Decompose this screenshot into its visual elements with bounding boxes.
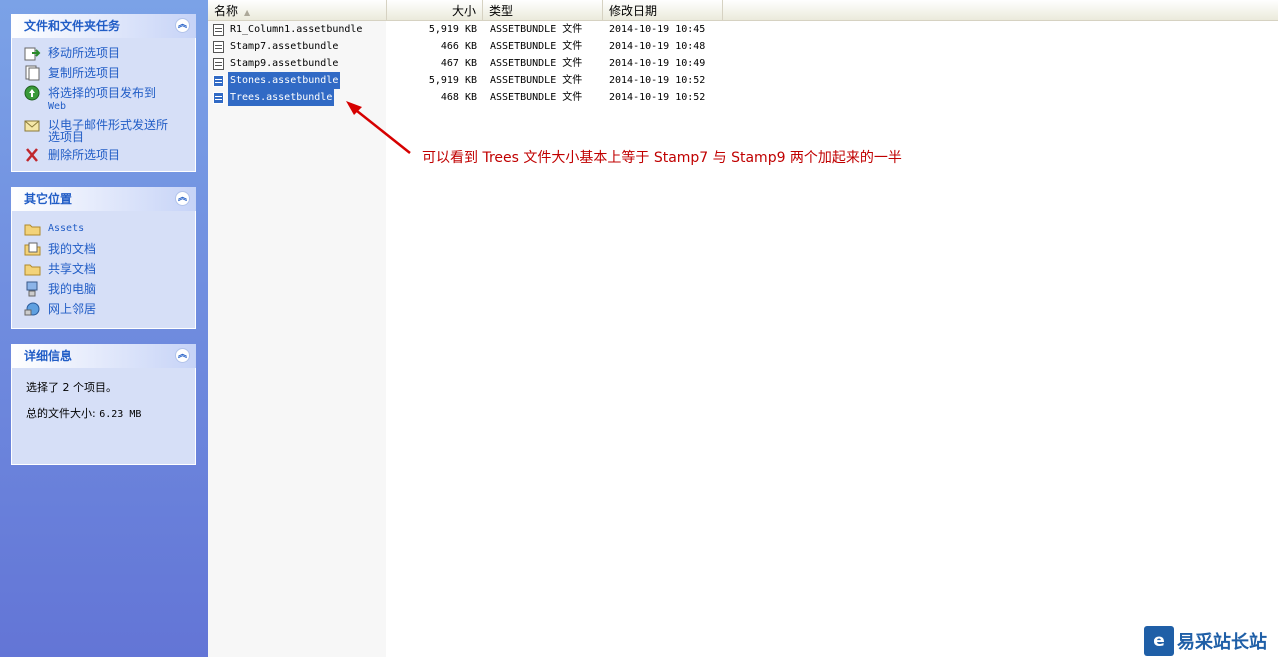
place-assets[interactable]: Assets bbox=[24, 221, 195, 237]
column-header-name[interactable]: 名称 ▲ bbox=[208, 0, 387, 20]
file-modified: 2014-10-19 10:52 bbox=[609, 92, 706, 103]
my-documents-icon bbox=[24, 242, 41, 256]
task-copy[interactable]: 复制所选项目 bbox=[24, 65, 195, 81]
file-row-selected[interactable]: Trees.assetbundle 468 KB ASSETBUNDLE 文件 … bbox=[208, 89, 728, 106]
file-type: ASSETBUNDLE 文件 bbox=[490, 75, 583, 86]
file-type: ASSETBUNDLE 文件 bbox=[490, 24, 583, 35]
annotation-arrow bbox=[346, 101, 411, 154]
file-row-selected[interactable]: Stones.assetbundle 5,919 KB ASSETBUNDLE … bbox=[208, 72, 728, 89]
place-shared-documents-label: 共享文档 bbox=[48, 262, 97, 276]
details-header[interactable]: 详细信息 ︽ bbox=[11, 344, 196, 368]
file-modified: 2014-10-19 10:45 bbox=[609, 24, 706, 35]
details-selection-count: 选择了 2 个项目。 bbox=[26, 381, 117, 394]
other-places-header[interactable]: 其它位置 ︽ bbox=[11, 187, 196, 211]
delete-icon bbox=[26, 148, 38, 162]
assetbundle-file-icon bbox=[213, 74, 224, 87]
publish-web-icon bbox=[24, 85, 40, 101]
column-modified-label: 修改日期 bbox=[609, 4, 658, 18]
task-pane: 文件和文件夹任务 ︽ 移动所选项目 复制所选项目 将选择的项目发布到 Web 以… bbox=[0, 0, 208, 657]
place-my-documents-label: 我的文档 bbox=[48, 242, 97, 256]
details-total-size: 总的文件大小: 6.23 MB bbox=[26, 405, 195, 421]
assetbundle-file-icon bbox=[213, 40, 224, 53]
task-delete[interactable]: 删除所选项目 bbox=[24, 147, 195, 163]
place-shared-documents[interactable]: 共享文档 bbox=[24, 261, 195, 277]
file-row[interactable]: R1_Column1.assetbundle 5,919 KB ASSETBUN… bbox=[208, 21, 728, 38]
annotation-text: 可以看到 Trees 文件大小基本上等于 Stamp7 与 Stamp9 两个加… bbox=[422, 150, 902, 166]
column-type-label: 类型 bbox=[489, 4, 514, 18]
email-icon bbox=[24, 120, 40, 132]
column-name-label: 名称 bbox=[214, 4, 239, 18]
my-computer-icon bbox=[26, 281, 38, 297]
network-icon bbox=[24, 302, 40, 316]
file-type: ASSETBUNDLE 文件 bbox=[490, 41, 583, 52]
file-modified: 2014-10-19 10:49 bbox=[609, 58, 706, 69]
collapse-icon[interactable]: ︽ bbox=[175, 18, 190, 33]
folder-icon bbox=[24, 224, 41, 236]
task-move[interactable]: 移动所选项目 bbox=[24, 45, 195, 61]
move-icon bbox=[24, 47, 41, 61]
file-modified: 2014-10-19 10:52 bbox=[609, 75, 706, 86]
file-name-cell: Stamp9.assetbundle bbox=[213, 55, 340, 72]
task-publish-web[interactable]: 将选择的项目发布到 Web bbox=[24, 85, 195, 113]
file-tasks-title: 文件和文件夹任务 bbox=[24, 19, 121, 33]
file-name: Stones.assetbundle bbox=[228, 72, 341, 89]
file-name-cell: R1_Column1.assetbundle bbox=[213, 21, 364, 38]
task-move-label: 移动所选项目 bbox=[48, 46, 121, 60]
other-places-title: 其它位置 bbox=[24, 192, 73, 206]
file-name: Stamp7.assetbundle bbox=[230, 41, 339, 52]
column-header-row: 名称 ▲ 大小 类型 修改日期 bbox=[208, 0, 1278, 21]
assetbundle-file-icon bbox=[213, 57, 224, 70]
file-name-cell: Trees.assetbundle bbox=[213, 89, 335, 106]
task-publish-label: 将选择的项目发布到 bbox=[48, 86, 157, 100]
copy-icon bbox=[25, 65, 40, 81]
shared-folder-icon bbox=[24, 264, 41, 276]
details-panel: 详细信息 ︽ 选择了 2 个项目。 总的文件大小: 6.23 MB bbox=[11, 344, 196, 465]
task-copy-label: 复制所选项目 bbox=[48, 66, 121, 80]
column-header-size[interactable]: 大小 bbox=[387, 0, 483, 20]
collapse-icon[interactable]: ︽ bbox=[175, 348, 190, 363]
details-total-size-label: 总的文件大小: bbox=[26, 407, 96, 420]
file-tasks-panel: 文件和文件夹任务 ︽ 移动所选项目 复制所选项目 将选择的项目发布到 Web 以… bbox=[11, 14, 196, 172]
task-delete-label: 删除所选项目 bbox=[48, 148, 121, 162]
task-publish-web-label: Web bbox=[48, 101, 67, 112]
assetbundle-file-icon bbox=[213, 23, 224, 36]
sort-ascending-icon: ▲ bbox=[244, 8, 251, 17]
file-size: 466 KB bbox=[440, 41, 477, 52]
file-modified: 2014-10-19 10:48 bbox=[609, 41, 706, 52]
watermark-text: 易采站长站 bbox=[1177, 632, 1267, 653]
place-my-computer-label: 我的电脑 bbox=[48, 282, 97, 296]
file-name: Trees.assetbundle bbox=[228, 89, 335, 106]
column-header-modified[interactable]: 修改日期 bbox=[603, 0, 723, 20]
place-network-label: 网上邻居 bbox=[48, 302, 97, 316]
place-network[interactable]: 网上邻居 bbox=[24, 301, 195, 317]
watermark-logo-icon: e bbox=[1144, 626, 1174, 656]
file-type: ASSETBUNDLE 文件 bbox=[490, 92, 583, 103]
file-name-cell: Stamp7.assetbundle bbox=[213, 38, 340, 55]
details-title: 详细信息 bbox=[24, 349, 73, 363]
file-row[interactable]: Stamp7.assetbundle 466 KB ASSETBUNDLE 文件… bbox=[208, 38, 728, 55]
place-my-documents[interactable]: 我的文档 bbox=[24, 241, 195, 257]
file-name-cell: Stones.assetbundle bbox=[213, 72, 341, 89]
file-name: Stamp9.assetbundle bbox=[230, 58, 339, 69]
file-name: R1_Column1.assetbundle bbox=[230, 24, 363, 35]
column-header-type[interactable]: 类型 bbox=[483, 0, 603, 20]
collapse-icon[interactable]: ︽ bbox=[175, 191, 190, 206]
file-type: ASSETBUNDLE 文件 bbox=[490, 58, 583, 69]
place-my-computer[interactable]: 我的电脑 bbox=[24, 281, 195, 297]
details-total-size-value: 6.23 MB bbox=[99, 409, 142, 420]
watermark: e 易采站长站 bbox=[1144, 625, 1278, 657]
file-tasks-header[interactable]: 文件和文件夹任务 ︽ bbox=[11, 14, 196, 38]
file-row[interactable]: Stamp9.assetbundle 467 KB ASSETBUNDLE 文件… bbox=[208, 55, 728, 72]
file-size: 5,919 KB bbox=[428, 75, 477, 86]
task-email-label: 以电子邮件形式发送所选项目 bbox=[48, 118, 169, 144]
assetbundle-file-icon bbox=[213, 91, 224, 104]
place-assets-label: Assets bbox=[48, 223, 85, 234]
file-size: 467 KB bbox=[440, 58, 477, 69]
task-email[interactable]: 以电子邮件形式发送所选项目 bbox=[24, 117, 195, 143]
file-size: 5,919 KB bbox=[428, 24, 477, 35]
other-places-panel: 其它位置 ︽ Assets 我的文档 共享文档 我的电脑 网上邻居 bbox=[11, 187, 196, 329]
column-size-label: 大小 bbox=[451, 4, 476, 18]
